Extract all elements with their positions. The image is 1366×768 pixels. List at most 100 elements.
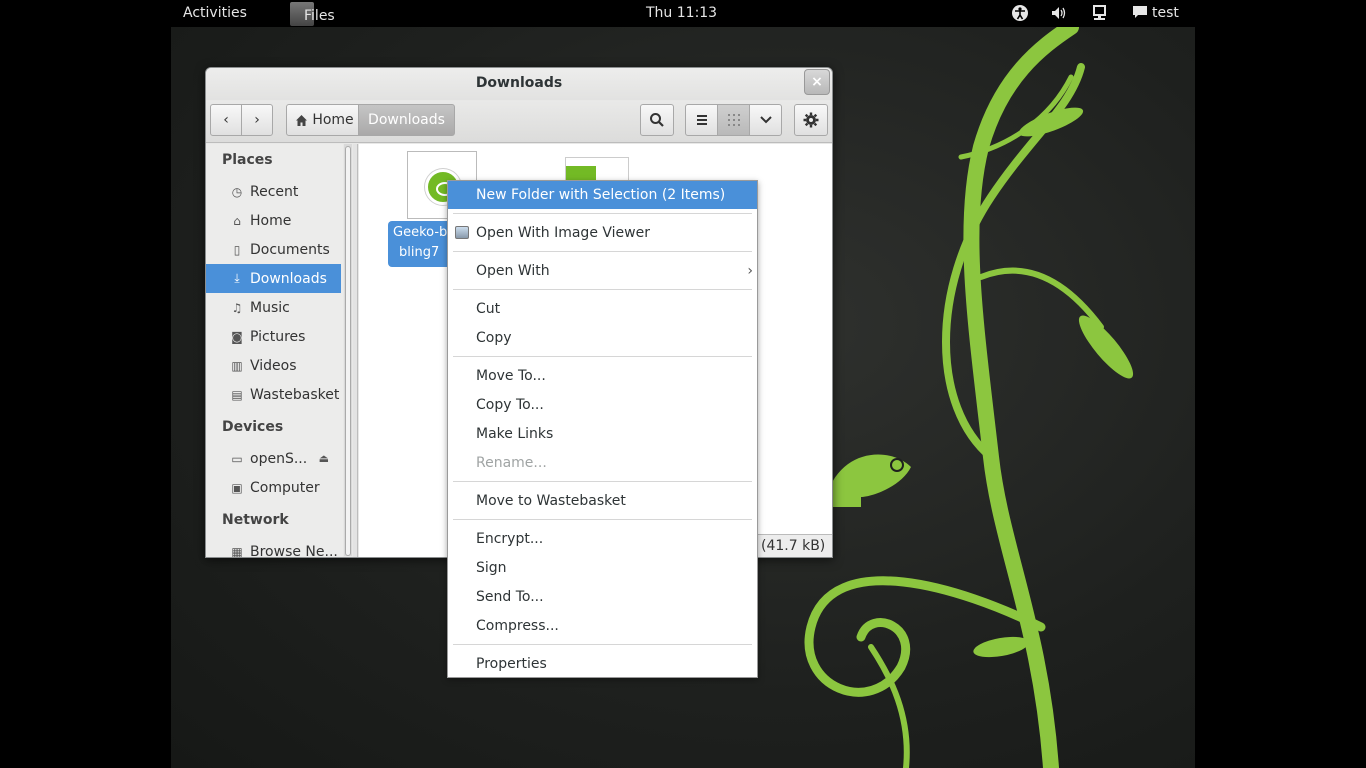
sidebar-item-recent[interactable]: ◷ Recent [206, 177, 341, 206]
sidebar-item-downloads[interactable]: ⤓ Downloads [206, 264, 341, 293]
menu-item-open-with[interactable]: Open With › [448, 257, 757, 285]
breadcrumb-downloads[interactable]: Downloads [358, 104, 455, 136]
file-label[interactable]: Geeko-b bling7 [388, 221, 452, 267]
sidebar-item-label: Wastebasket [250, 386, 340, 403]
sidebar-item-music[interactable]: ♫ Music [206, 293, 341, 322]
app-menu-label: Files [304, 7, 335, 24]
drive-icon: ▭ [231, 451, 243, 466]
menu-separator [453, 519, 752, 520]
sidebar-item-label: Recent [250, 183, 299, 200]
menu-separator [453, 356, 752, 357]
sidebar-item-videos[interactable]: ▥ Videos [206, 351, 341, 380]
user-menu[interactable]: test [1152, 5, 1179, 21]
menu-item-make-links[interactable]: Make Links [448, 420, 757, 448]
sidebar-item-label: Music [250, 299, 290, 316]
chat-icon[interactable] [1132, 4, 1148, 24]
sidebar-item-label: Downloads [250, 270, 327, 287]
menu-separator [453, 644, 752, 645]
window-titlebar[interactable]: Downloads [206, 68, 832, 100]
view-options-button[interactable] [749, 104, 782, 136]
menu-item-label: Open With [476, 263, 550, 279]
breadcrumb-home-label: Home [312, 112, 354, 128]
clock-icon: ◷ [231, 184, 243, 199]
menu-item-open-with-image-viewer[interactable]: Open With Image Viewer [448, 219, 757, 247]
menu-item-new-folder-with-selection[interactable]: New Folder with Selection (2 Items) [448, 181, 757, 209]
sidebar-item-computer[interactable]: ▣ Computer [206, 473, 341, 502]
sidebar-item-home[interactable]: ⌂ Home [206, 206, 341, 235]
gear-icon [803, 112, 819, 128]
file-label-line: Geeko-b [393, 225, 448, 240]
sidebar-item-documents[interactable]: ▯ Documents [206, 235, 341, 264]
devices-header: Devices [222, 419, 284, 435]
menu-item-properties[interactable]: Properties [448, 650, 757, 678]
sidebar-scrollbar[interactable] [344, 144, 352, 556]
sidebar-item-opensuse-drive[interactable]: ▭ openS... ⏏ [206, 444, 341, 473]
close-button[interactable]: × [804, 69, 830, 95]
settings-button[interactable] [794, 104, 828, 136]
menu-item-send-to[interactable]: Send To... [448, 583, 757, 611]
menu-item-compress[interactable]: Compress... [448, 612, 757, 640]
sidebar-item-browse-network[interactable]: ▦ Browse Ne... [206, 537, 341, 558]
sidebar-item-pictures[interactable]: ◙ Pictures [206, 322, 341, 351]
sidebar-item-wastebasket[interactable]: ▤ Wastebasket [206, 380, 341, 409]
menu-item-copy-to[interactable]: Copy To... [448, 391, 757, 419]
back-button[interactable]: ‹ [210, 104, 242, 136]
menu-item-label: Open With Image Viewer [476, 225, 650, 241]
camera-icon: ◙ [231, 329, 243, 344]
image-viewer-icon [455, 226, 469, 239]
network-icon: ▦ [231, 544, 243, 558]
chevron-right-icon: › [254, 112, 260, 128]
volume-icon[interactable] [1050, 4, 1068, 26]
music-icon: ♫ [231, 300, 243, 315]
eject-icon[interactable]: ⏏ [319, 452, 329, 465]
menu-item-move-to[interactable]: Move To... [448, 362, 757, 390]
menu-item-rename: Rename... [476, 455, 547, 471]
search-icon [650, 113, 664, 127]
chevron-right-icon: › [747, 263, 753, 279]
window-title: Downloads [475, 75, 563, 91]
menu-item-copy[interactable]: Copy [448, 324, 757, 352]
menu-separator [453, 251, 752, 252]
sidebar-item-label: Videos [250, 357, 297, 374]
chevron-left-icon: ‹ [223, 112, 229, 128]
scrollbar-thumb[interactable] [345, 146, 351, 556]
menu-item-encrypt[interactable]: Encrypt... [448, 525, 757, 553]
film-icon: ▥ [231, 358, 243, 373]
sidebar: Places ◷ Recent ⌂ Home ▯ Documents ⤓ Downloa… [206, 144, 343, 558]
grid-view-button[interactable] [717, 104, 750, 136]
context-menu: New Folder with Selection (2 Items) Open… [447, 180, 758, 678]
app-menu[interactable]: Files [290, 2, 335, 26]
menu-item-cut[interactable]: Cut [448, 295, 757, 323]
sidebar-item-label: Home [250, 212, 292, 229]
toolbar: ‹ › Home Downloads [206, 101, 832, 143]
forward-button[interactable]: › [241, 104, 273, 136]
accessibility-icon[interactable] [1011, 4, 1029, 26]
places-header: Places [222, 152, 273, 168]
search-button[interactable] [640, 104, 674, 136]
download-icon: ⤓ [234, 271, 240, 285]
trash-icon: ▤ [231, 387, 243, 402]
chevron-down-icon [759, 116, 772, 124]
breadcrumb-home[interactable]: Home [286, 104, 359, 136]
menu-item-move-to-wastebasket[interactable]: Move to Wastebasket [448, 487, 757, 515]
home-icon [296, 114, 308, 126]
sidebar-item-label: openS... [250, 450, 308, 467]
clock[interactable]: Thu 11:13 [646, 5, 717, 21]
pane-divider[interactable] [353, 144, 358, 557]
computer-icon: ▣ [231, 480, 243, 495]
grid-icon [727, 114, 740, 126]
list-view-button[interactable] [685, 104, 718, 136]
home-icon: ⌂ [233, 213, 241, 228]
sidebar-item-label: Pictures [250, 328, 306, 345]
sidebar-item-label: Documents [250, 241, 330, 258]
menu-separator [453, 213, 752, 214]
sidebar-item-label: Computer [250, 479, 320, 496]
list-icon [696, 115, 707, 125]
document-icon: ▯ [233, 242, 241, 257]
menu-separator [453, 289, 752, 290]
top-panel: Activities Files Thu 11:13 test [0, 0, 1366, 27]
menu-item-sign[interactable]: Sign [448, 554, 757, 582]
activities-button[interactable]: Activities [183, 5, 247, 21]
status-bar-size: (41.7 kB) [754, 534, 832, 557]
network-status-icon[interactable] [1092, 4, 1108, 26]
